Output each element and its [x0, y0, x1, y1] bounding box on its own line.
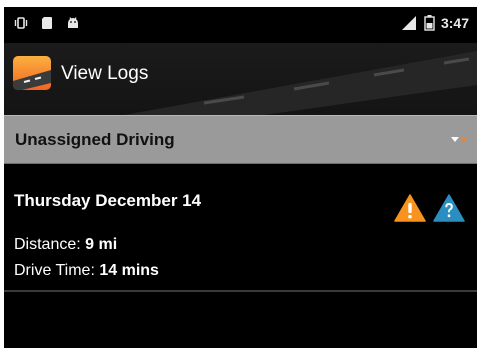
distance-label: Distance:	[14, 236, 81, 253]
chevron-down-icon[interactable]	[451, 135, 467, 145]
status-notifications	[14, 16, 80, 30]
drive-time-value: 14 mins	[99, 262, 159, 279]
help-icon[interactable]	[433, 194, 465, 222]
app-screen: 3:47 View Logs Unassigned Driving Thursd…	[4, 7, 477, 348]
road-logo-icon[interactable]	[12, 55, 52, 91]
section-title: Unassigned Driving	[15, 130, 175, 149]
page-title: View Logs	[61, 63, 149, 84]
status-bar: 3:47	[4, 7, 477, 43]
status-system: 3:47	[396, 15, 469, 31]
distance-value: 9 mi	[85, 236, 118, 253]
signal-icon	[401, 16, 416, 30]
sd-card-icon	[42, 17, 52, 29]
status-time: 3:47	[440, 15, 469, 31]
unassigned-driving-dropdown[interactable]: Unassigned Driving	[4, 115, 477, 164]
drive-time-line: Drive Time: 14 mins	[14, 262, 159, 280]
row-divider	[4, 290, 477, 292]
battery-icon	[424, 15, 435, 31]
warning-icon[interactable]	[394, 194, 426, 222]
vibrate-icon	[14, 17, 28, 29]
drive-time-label: Drive Time:	[14, 262, 95, 279]
log-entry-row[interactable]: Thursday December 14 Distance: 9 mi Driv…	[4, 164, 477, 290]
distance-line: Distance: 9 mi	[14, 236, 117, 254]
entry-date: Thursday December 14	[14, 191, 202, 210]
android-icon	[68, 17, 78, 28]
app-bar: View Logs	[4, 43, 477, 115]
